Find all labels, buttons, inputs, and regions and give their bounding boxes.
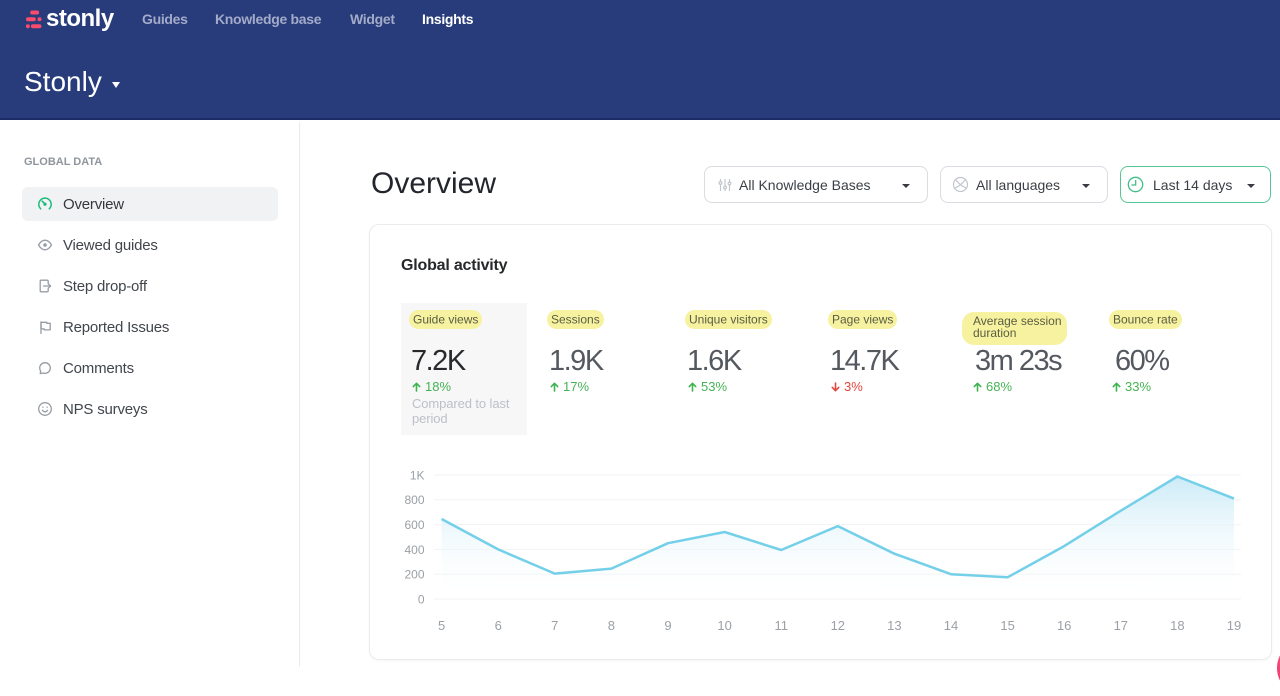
svg-text:18: 18	[1170, 618, 1184, 633]
svg-text:19: 19	[1227, 618, 1241, 633]
svg-text:15: 15	[1000, 618, 1014, 633]
svg-text:6: 6	[495, 618, 502, 633]
svg-text:11: 11	[774, 618, 788, 633]
svg-text:9: 9	[664, 618, 671, 633]
svg-text:12: 12	[831, 618, 845, 633]
svg-text:600: 600	[404, 518, 424, 532]
svg-text:5: 5	[438, 618, 445, 633]
svg-text:0: 0	[418, 592, 425, 606]
svg-text:7: 7	[551, 618, 558, 633]
svg-text:10: 10	[717, 618, 731, 633]
svg-text:400: 400	[404, 543, 424, 557]
svg-text:13: 13	[887, 618, 901, 633]
svg-text:16: 16	[1057, 618, 1071, 633]
svg-text:8: 8	[608, 618, 615, 633]
svg-text:800: 800	[404, 493, 424, 507]
svg-text:1K: 1K	[410, 468, 425, 482]
svg-text:17: 17	[1114, 618, 1128, 633]
svg-text:14: 14	[944, 618, 958, 633]
svg-text:200: 200	[404, 568, 424, 582]
